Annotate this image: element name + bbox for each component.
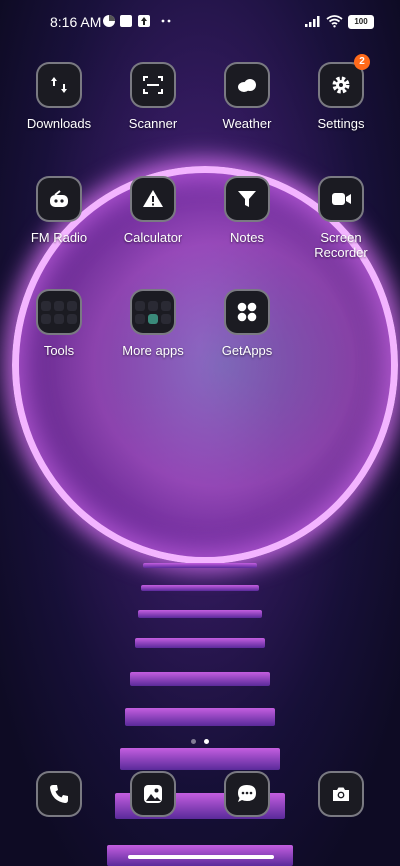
app-label: FM Radio	[30, 230, 88, 245]
status-bar: 8:16 AM 100	[0, 0, 400, 44]
battery-indicator: 100	[348, 15, 374, 29]
app-notes[interactable]: Notes	[202, 176, 292, 245]
gallery-icon	[130, 771, 176, 817]
download-icon	[36, 62, 82, 108]
app-calculator[interactable]: Calculator	[108, 176, 198, 245]
home-indicator[interactable]	[128, 855, 274, 859]
page-indicator	[0, 731, 400, 749]
clock: 8:16 AM	[50, 14, 102, 30]
app-label: GetApps	[221, 343, 273, 358]
page-dot-active[interactable]	[204, 739, 209, 744]
folder-tools[interactable]: Tools	[14, 289, 104, 358]
app-fm-radio[interactable]: FM Radio	[14, 176, 104, 245]
app-label: Settings	[317, 116, 365, 131]
more-notifications-icon	[161, 19, 171, 23]
app-label: Notes	[230, 230, 264, 245]
app-screen-recorder[interactable]: Screen Recorder	[296, 176, 386, 260]
signal-icon	[305, 16, 320, 27]
notification-badge: 2	[354, 54, 370, 70]
app-label: Scanner	[128, 116, 178, 131]
notification-square-icon	[120, 15, 132, 27]
phone-icon	[36, 771, 82, 817]
app-downloads[interactable]: Downloads	[14, 62, 104, 131]
dock-gallery[interactable]	[108, 771, 198, 817]
video-camera-icon	[318, 176, 364, 222]
upload-icon	[138, 15, 150, 27]
scanner-icon	[130, 62, 176, 108]
warning-icon	[130, 176, 176, 222]
app-scanner[interactable]: Scanner	[108, 62, 198, 131]
data-saver-icon	[103, 15, 115, 27]
app-settings[interactable]: 2 Settings	[296, 54, 386, 131]
funnel-icon	[224, 176, 270, 222]
dock-phone[interactable]	[14, 771, 104, 817]
cloud-icon	[224, 62, 270, 108]
dock-messages[interactable]	[202, 771, 292, 817]
app-weather[interactable]: Weather	[202, 62, 292, 131]
grid-icon	[224, 289, 270, 335]
wallpaper-stairs	[0, 555, 400, 866]
folder-icon	[130, 289, 176, 335]
home-screen: 8:16 AM 100 Downloads Scanner Weather 2 …	[0, 0, 400, 866]
page-dot[interactable]	[191, 739, 196, 744]
app-label: Tools	[43, 343, 75, 358]
app-label: More apps	[122, 343, 184, 358]
camera-icon	[318, 771, 364, 817]
wifi-icon	[326, 15, 343, 28]
folder-more-apps[interactable]: More apps	[108, 289, 198, 358]
app-label: Screen Recorder	[314, 230, 368, 260]
app-label: Downloads	[26, 116, 92, 131]
folder-icon	[36, 289, 82, 335]
dock-camera[interactable]	[296, 771, 386, 817]
app-label: Weather	[222, 116, 272, 131]
app-getapps[interactable]: GetApps	[202, 289, 292, 358]
radio-icon	[36, 176, 82, 222]
app-label: Calculator	[123, 230, 183, 245]
message-icon	[224, 771, 270, 817]
